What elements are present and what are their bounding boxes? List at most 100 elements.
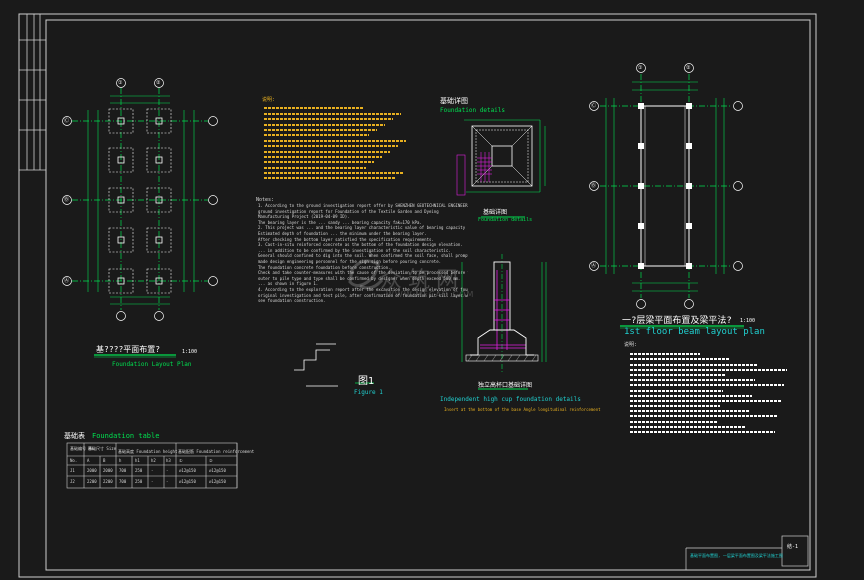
table-subheader: B	[103, 458, 106, 463]
table-cell: -	[166, 479, 169, 484]
table-cell: 250	[135, 479, 143, 484]
note-line-graphic	[630, 420, 717, 423]
column	[686, 143, 692, 149]
note-line-graphic	[264, 172, 403, 175]
table-cell: ⌀12@150	[209, 479, 226, 484]
cup-detail-note: Insert at the bottom of the base Angle l…	[444, 407, 601, 412]
beam-plan-title-en: 1st floor beam layout plan	[624, 327, 765, 337]
note-line-graphic	[264, 128, 377, 131]
note-line-graphic	[264, 150, 390, 153]
notes-cn-block	[264, 104, 414, 183]
note-line-graphic	[264, 145, 398, 148]
sheet-number: 结-1	[787, 544, 799, 550]
table-subheader: ①	[179, 458, 183, 463]
note-line-graphic	[630, 358, 729, 361]
watermark-en: WWW.MFCAD.COM	[386, 290, 475, 299]
beam-notes-heading: 说明:	[624, 342, 638, 348]
note-line-graphic	[630, 394, 752, 397]
foundation-detail-sub-en: Foundation details	[478, 217, 533, 223]
note-line-graphic	[630, 405, 720, 408]
axis-label: ①	[638, 65, 643, 71]
column	[638, 223, 644, 229]
axis-label: Ⓑ	[591, 183, 597, 189]
note-line-graphic	[630, 399, 781, 402]
table-subheader: No.	[70, 458, 78, 463]
note-line-graphic	[630, 415, 778, 418]
foundation-detail-title-en: Foundation details	[440, 107, 506, 114]
table-title-en: Foundation table	[92, 432, 160, 440]
axis-label: Ⓒ	[591, 103, 597, 109]
note-line-graphic	[630, 431, 775, 433]
table-cell: 2200	[103, 479, 113, 484]
table-cell: 2200	[87, 479, 97, 484]
table-cell: ⌀12@150	[179, 468, 196, 473]
note-line-graphic	[264, 177, 395, 180]
figure-1-title-cn: 图1	[358, 376, 375, 387]
cup-foundation-section	[461, 254, 547, 390]
cup-detail-title-cn: 独立高杯口基础详图	[478, 382, 533, 389]
column	[638, 263, 644, 269]
axis-label: ②	[156, 80, 161, 86]
note-line: 1. According to the ground investigation…	[258, 203, 468, 208]
foundation-plan-title-cn: 基????平面布置?	[96, 345, 161, 354]
column	[638, 103, 644, 109]
foundation-detail-title-cn: 基础详图	[440, 97, 468, 105]
axis-label: Ⓐ	[591, 263, 597, 269]
note-line-graphic	[264, 155, 382, 158]
note-line-graphic	[630, 363, 758, 366]
table-subheader: h1	[135, 458, 140, 463]
note-line-graphic	[630, 425, 746, 428]
note-line-graphic	[630, 410, 749, 413]
column	[686, 183, 692, 189]
axis-label: Ⓐ	[64, 278, 70, 284]
foundation-plan	[62, 78, 218, 358]
notes-cn-heading: 说明:	[262, 97, 276, 103]
drawing-canvas: 基????平面布置? 1:100 Foundation Layout Plan …	[0, 0, 864, 580]
note-line-graphic	[264, 134, 369, 137]
note-line-graphic	[630, 384, 784, 387]
table-cell: 700	[119, 479, 127, 484]
column	[686, 263, 692, 269]
note-line-graphic	[264, 118, 393, 121]
table-cell: J2	[70, 479, 75, 484]
table-subheader: A	[87, 458, 90, 463]
note-line-graphic	[264, 123, 385, 126]
note-line: 3. Cast-in-situ reinforced concrete as t…	[258, 242, 463, 248]
column	[686, 103, 692, 109]
beam-plan	[589, 63, 744, 329]
beam-plan-scale: 1:100	[740, 318, 756, 324]
beam-plan-title-cn: 一?层梁平面布置及梁平法?	[622, 316, 732, 326]
axis-label: ②	[686, 65, 691, 71]
note-line-graphic	[264, 161, 374, 164]
cup-detail-title-en: Independent high cup foundation details	[440, 396, 581, 403]
table-cell: 2000	[103, 468, 113, 473]
axis-label: ①	[118, 80, 123, 86]
column	[638, 143, 644, 149]
note-line-graphic	[264, 166, 366, 169]
foundation-detail-plan	[456, 119, 546, 218]
note-line-graphic	[630, 389, 723, 392]
foundation-plan-title-en: Foundation Layout Plan	[112, 361, 192, 368]
table-cell: ⌀12@150	[209, 468, 226, 473]
table-title-cn: 基础表	[64, 432, 85, 440]
column	[638, 183, 644, 189]
table-cell: ⌀12@150	[179, 479, 196, 484]
axis-label: Ⓑ	[64, 197, 70, 203]
figure-1-title-en: Figure 1	[354, 389, 383, 396]
column	[686, 223, 692, 229]
note-line-graphic	[264, 112, 401, 115]
note-line-graphic	[630, 368, 787, 371]
table-header: 基础尺寸 Size	[88, 446, 117, 451]
table-subheader: ②	[209, 458, 213, 463]
table-header: 基础配筋 Foundation reinforcement	[178, 449, 255, 454]
table-cell: 250	[135, 468, 143, 473]
drawing-name: 基础平面布置图, 一层梁平面布置图及梁平法施工图	[690, 553, 783, 558]
foundation-detail-sub-cn: 基础详图	[483, 209, 508, 216]
table-cell: -	[166, 468, 169, 473]
table-cell: -	[151, 468, 154, 473]
foundation-plan-scale: 1:100	[182, 349, 198, 355]
table-cell: -	[151, 479, 154, 484]
note-line-graphic	[630, 379, 755, 382]
note-line-graphic	[264, 139, 406, 142]
beam-notes-block	[630, 350, 800, 436]
